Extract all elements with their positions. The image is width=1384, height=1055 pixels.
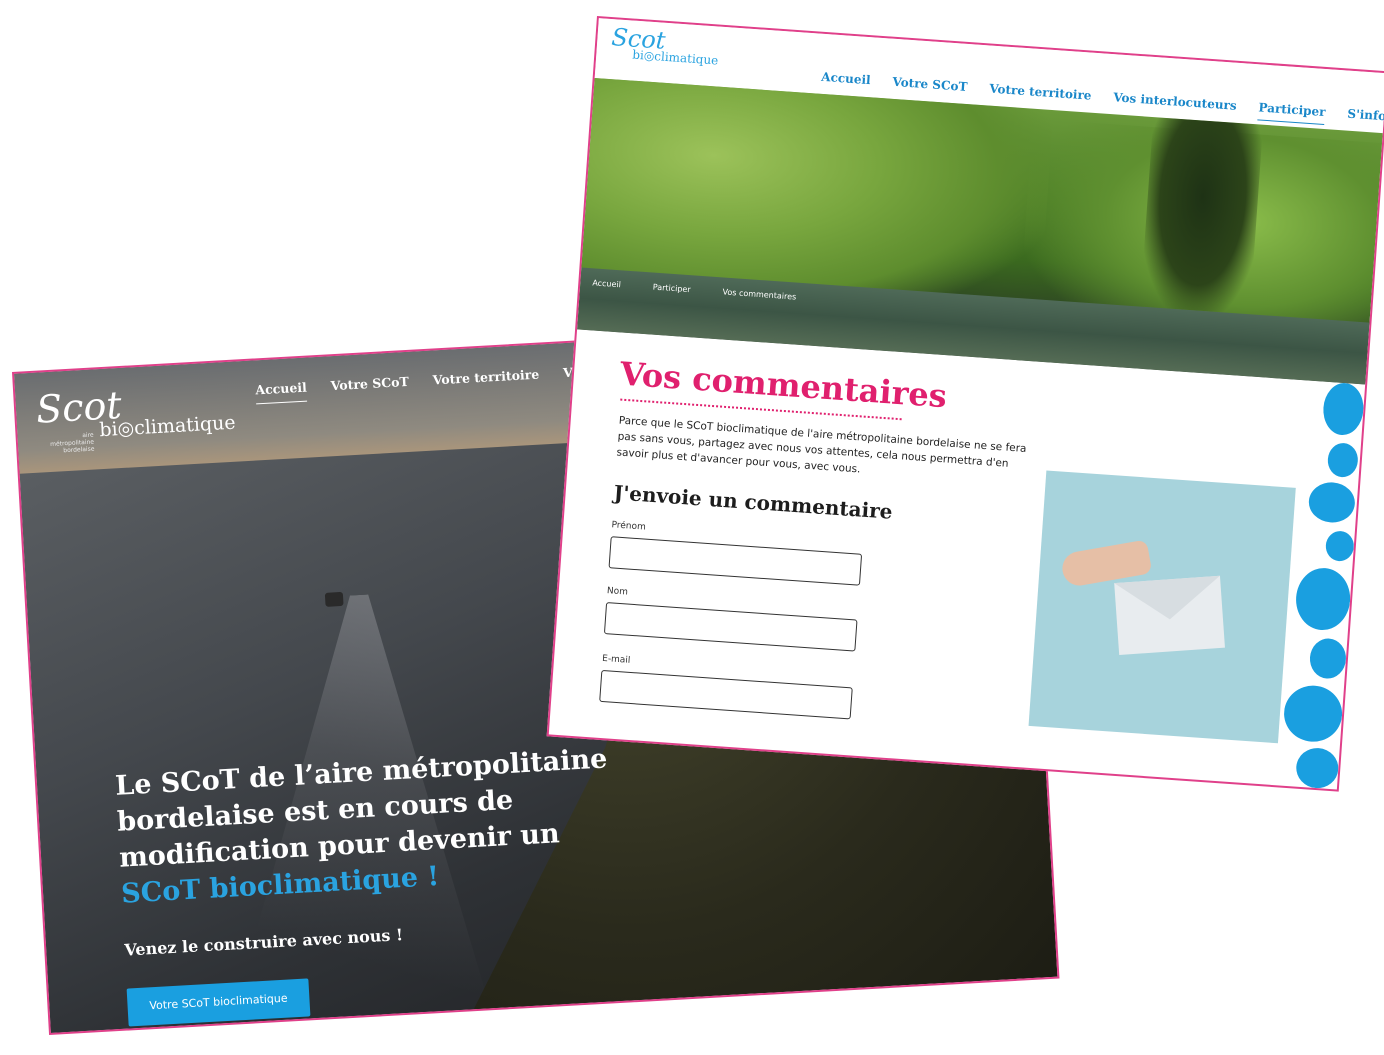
nav-accueil[interactable]: Accueil	[820, 70, 871, 93]
hero-heading: Le SCoT de l’aire métropolitaine bordela…	[114, 739, 661, 913]
nav-participer[interactable]: Participer	[1257, 100, 1327, 126]
intro-text: Parce que le SCoT bioclimatique de l'air…	[616, 414, 1027, 476]
logo-bioclimatique: bi◎climatique	[631, 47, 719, 68]
nav-votre-territoire[interactable]: Votre territoire	[988, 82, 1092, 109]
nav-accueil[interactable]: Accueil	[254, 379, 308, 405]
last-name-label: Nom	[606, 586, 629, 598]
logo-tagline: aire métropolitaine bordelaise	[50, 431, 95, 455]
site-logo[interactable]: Scot bi◎climatique	[610, 23, 720, 68]
nav-sinformer[interactable]: S'informer	[1347, 107, 1384, 132]
envelope-icon	[1114, 575, 1225, 656]
banner-trees	[1140, 117, 1264, 315]
banner-photo	[577, 77, 1383, 385]
site-logo[interactable]: Scot bi◎climatique aire métropolitaine b…	[35, 380, 236, 454]
page-title: Vos commentaires	[618, 354, 949, 416]
envelope-flap	[1114, 575, 1223, 624]
envelope-photo	[1028, 470, 1296, 744]
last-name-input[interactable]	[603, 602, 858, 652]
breadcrumb-accueil[interactable]: Accueil	[592, 278, 621, 289]
boat	[324, 591, 344, 607]
first-name-input[interactable]	[608, 536, 863, 586]
form-title: J'envoie un commentaire	[612, 480, 894, 524]
nav-votre-scot[interactable]: Votre SCoT	[330, 374, 409, 400]
nav-votre-scot[interactable]: Votre SCoT	[892, 75, 968, 100]
email-label: E-mail	[601, 653, 631, 666]
comments-page-screenshot: Scot bi◎climatique Accueil Votre SCoT Vo…	[546, 16, 1384, 792]
first-name-label: Prénom	[611, 520, 647, 533]
email-input[interactable]	[599, 669, 853, 720]
decorative-blobs	[1279, 380, 1366, 790]
